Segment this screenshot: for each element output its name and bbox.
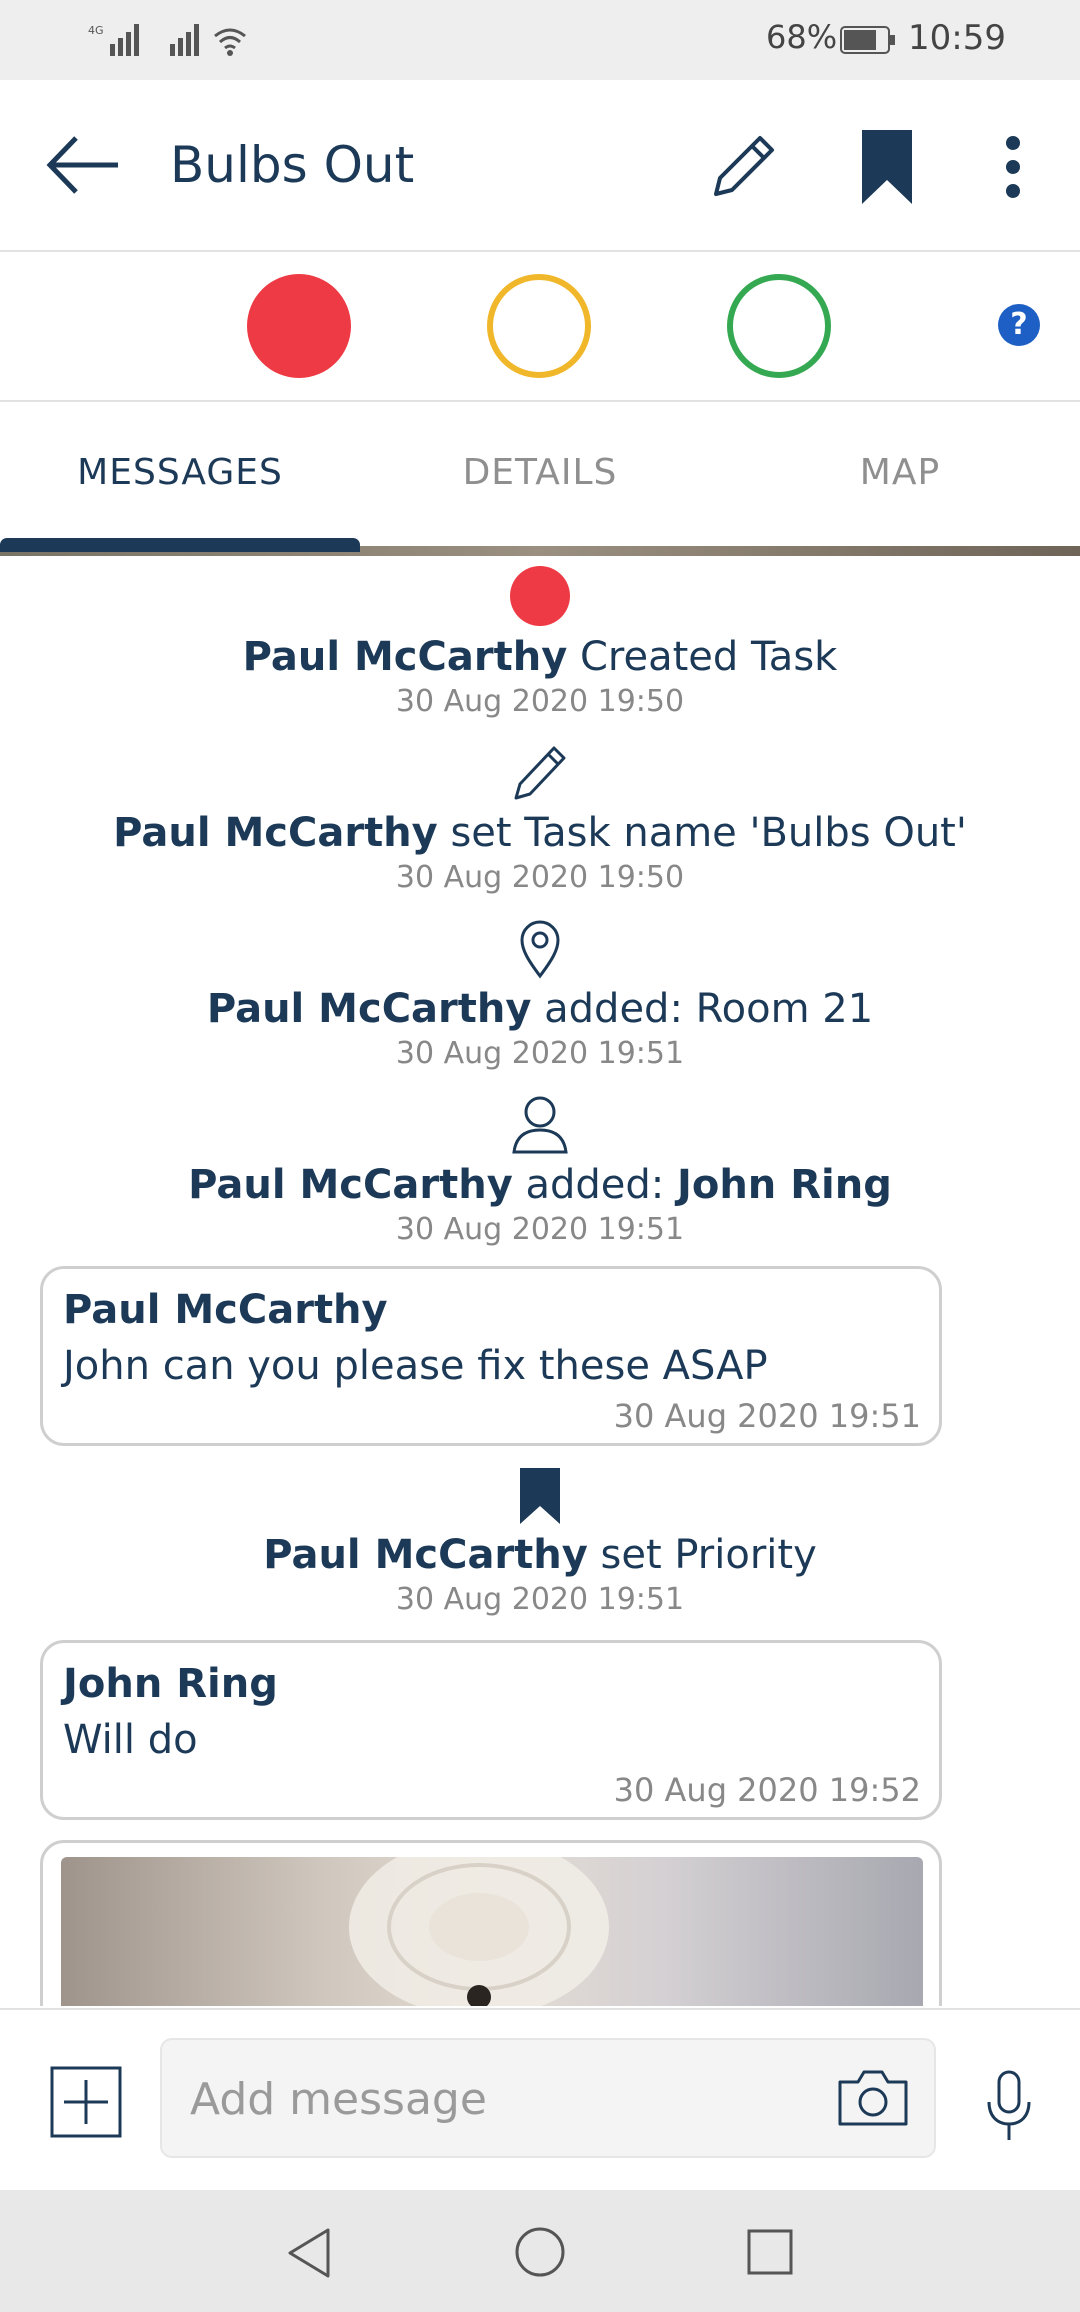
feed-event: Paul McCarthy set Priority 30 Aug 2020 1… (0, 1466, 1080, 1617)
message-composer: Add message (0, 2008, 1080, 2190)
feed-event: Paul McCarthy set Task name 'Bulbs Out' … (0, 740, 1080, 895)
pencil-icon (514, 746, 566, 800)
event-time: 30 Aug 2020 19:50 (395, 860, 685, 895)
red-status-dot-icon (510, 566, 570, 626)
feed-event: Paul McCarthy added: Room 21 30 Aug 2020… (0, 916, 1080, 1071)
status-selector: ? (0, 252, 1080, 402)
location-pin-icon (520, 920, 560, 979)
event-time: 30 Aug 2020 19:50 (395, 684, 685, 719)
nav-back-icon[interactable] (284, 2226, 334, 2280)
system-nav-bar (0, 2190, 1080, 2312)
message-input[interactable]: Add message (160, 2038, 936, 2158)
tab-messages[interactable]: MESSAGES (0, 452, 360, 493)
page-title: Bulbs Out (170, 136, 415, 194)
tab-map[interactable]: MAP (720, 452, 1080, 493)
event-time: 30 Aug 2020 19:51 (395, 1582, 685, 1617)
status-green-button[interactable] (727, 274, 831, 378)
event-author: Paul McCarthy (242, 634, 568, 680)
event-action: set Priority (587, 1532, 817, 1578)
cellular-signal-icon: 4G (88, 24, 139, 56)
battery-icon (840, 26, 895, 54)
tab-bar: MESSAGES DETAILS MAP (0, 402, 1080, 556)
ceiling-rose-image (349, 1843, 609, 2006)
pencil-icon[interactable] (706, 130, 780, 204)
event-author: Paul McCarthy (263, 1532, 588, 1578)
status-amber-button[interactable] (487, 274, 591, 378)
event-action: added: (512, 1162, 677, 1208)
event-action: Created Task (567, 634, 838, 680)
event-author: Paul McCarthy (113, 810, 438, 856)
tab-details[interactable]: DETAILS (360, 452, 720, 493)
event-time: 30 Aug 2020 19:51 (395, 1036, 685, 1071)
camera-icon[interactable] (836, 2068, 910, 2128)
event-author: Paul McCarthy (188, 1162, 513, 1208)
feed-event: Paul McCarthy Created Task 30 Aug 2020 1… (0, 566, 1080, 719)
bookmark-icon (520, 1468, 560, 1524)
wifi-icon (214, 28, 246, 56)
event-target: John Ring (676, 1162, 892, 1208)
feed-event: Paul McCarthy added: John Ring 30 Aug 20… (0, 1092, 1080, 1247)
message-bubble[interactable]: Paul McCarthy John can you please fix th… (40, 1266, 942, 1446)
attached-photo[interactable] (61, 1843, 923, 2006)
message-time: 30 Aug 2020 19:51 (613, 1397, 921, 1435)
status-bar: 4G 68% 10:59 (0, 0, 1080, 80)
microphone-icon[interactable] (985, 2070, 1033, 2142)
active-tab-indicator (0, 538, 360, 552)
cellular-signal-2-icon (170, 24, 199, 56)
event-author: Paul McCarthy (206, 986, 532, 1032)
bookmark-icon[interactable] (858, 128, 916, 206)
event-action: set Task name 'Bulbs Out' (437, 810, 967, 856)
message-feed[interactable]: Paul McCarthy Created Task 30 Aug 2020 1… (0, 556, 1080, 2006)
clock: 10:59 (908, 18, 1006, 58)
event-time: 30 Aug 2020 19:51 (395, 1212, 685, 1247)
message-text: John can you please fix these ASAP (63, 1343, 768, 1389)
nav-recents-icon[interactable] (746, 2228, 794, 2276)
back-arrow-icon[interactable] (44, 130, 124, 200)
event-action: added: Room 21 (531, 986, 874, 1032)
help-icon[interactable]: ? (998, 304, 1040, 346)
photo-message[interactable] (40, 1840, 942, 2006)
message-text: Will do (63, 1717, 198, 1763)
user-icon (512, 1096, 568, 1154)
add-square-icon[interactable] (50, 2066, 122, 2138)
message-bubble[interactable]: John Ring Will do 30 Aug 2020 19:52 (40, 1640, 942, 1820)
battery-percentage: 68% (766, 18, 838, 56)
more-vertical-icon[interactable] (995, 134, 1031, 200)
svg-text:4G: 4G (88, 24, 104, 37)
nav-home-icon[interactable] (514, 2226, 566, 2278)
message-author: Paul McCarthy (63, 1287, 388, 1333)
status-red-button[interactable] (247, 274, 351, 378)
message-author: John Ring (63, 1661, 278, 1707)
app-header: Bulbs Out (0, 80, 1080, 252)
message-placeholder: Add message (190, 2074, 487, 2125)
message-time: 30 Aug 2020 19:52 (613, 1771, 921, 1809)
